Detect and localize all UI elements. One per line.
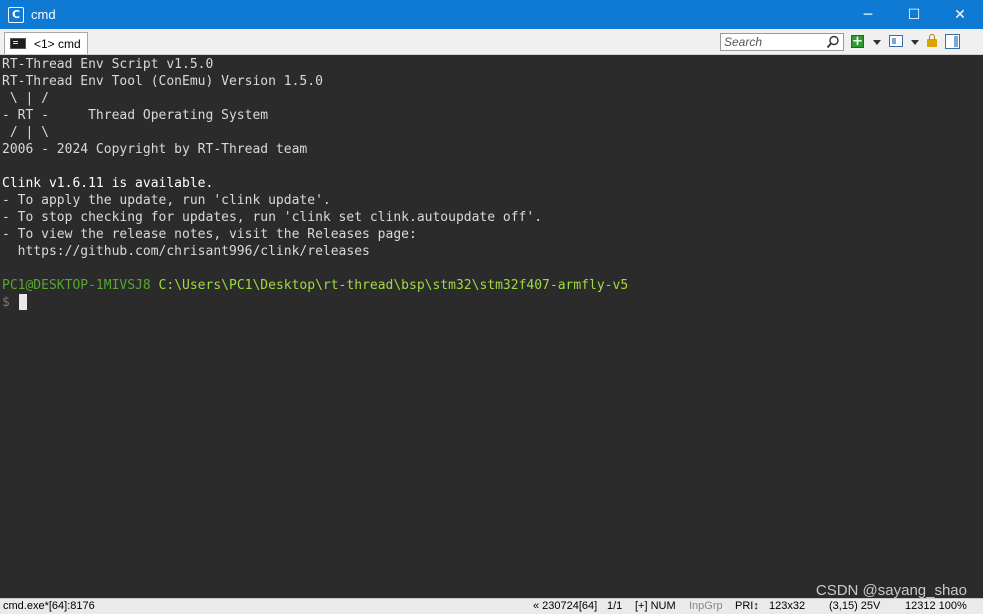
split-view-icon[interactable] bbox=[889, 35, 903, 47]
prompt-host: PC1@DESKTOP-1MIVSJ8 bbox=[2, 278, 151, 293]
console-line: - To stop checking for updates, run 'cli… bbox=[2, 210, 543, 225]
console-line: Clink v1.6.11 is available. bbox=[2, 176, 214, 191]
lock-icon[interactable] bbox=[927, 34, 937, 47]
input-line[interactable]: $ bbox=[2, 294, 27, 311]
prompt-line: PC1@DESKTOP-1MIVSJ8 C:\Users\PC1\Desktop… bbox=[2, 277, 628, 294]
console-line: / | \ bbox=[2, 125, 49, 140]
minimize-button[interactable]: ─ bbox=[845, 0, 891, 29]
console-line: - To apply the update, run 'clink update… bbox=[2, 193, 331, 208]
search-icon[interactable] bbox=[826, 35, 840, 49]
status-priority[interactable]: PRI↕ bbox=[735, 600, 759, 613]
tab-bar: <1> cmd + bbox=[0, 29, 983, 55]
window-title: cmd bbox=[31, 7, 56, 22]
status-console-index[interactable]: 1/1 bbox=[607, 600, 622, 613]
title-bar[interactable]: C cmd ─ ☐ ✕ bbox=[0, 0, 983, 29]
split-chevron-down-icon[interactable] bbox=[911, 40, 919, 45]
console-icon bbox=[10, 38, 26, 49]
search-input[interactable] bbox=[724, 35, 824, 49]
tab-label: <1> cmd bbox=[34, 36, 81, 51]
console-output[interactable]: RT-Thread Env Script v1.5.0 RT-Thread En… bbox=[0, 55, 983, 598]
window-controls: ─ ☐ ✕ bbox=[845, 0, 983, 29]
console-line: 2006 - 2024 Copyright by RT-Thread team bbox=[2, 142, 308, 157]
search-box[interactable] bbox=[720, 33, 844, 51]
panel-icon[interactable] bbox=[945, 34, 960, 49]
console-line: RT-Thread Env Script v1.5.0 bbox=[2, 57, 214, 72]
console-line: https://github.com/chrisant996/clink/rel… bbox=[2, 244, 370, 259]
watermark: CSDN @sayang_shao bbox=[815, 582, 967, 599]
text-cursor bbox=[18, 294, 27, 310]
status-input-group[interactable]: InpGrp bbox=[689, 600, 723, 613]
maximize-button[interactable]: ☐ bbox=[891, 0, 937, 29]
status-process[interactable]: cmd.exe*[64]:8176 bbox=[3, 600, 95, 613]
prompt-path: C:\Users\PC1\Desktop\rt-thread\bsp\stm32… bbox=[158, 278, 629, 293]
new-console-chevron-down-icon[interactable] bbox=[873, 40, 881, 45]
console-line: - RT - Thread Operating System bbox=[2, 108, 269, 123]
console-line: RT-Thread Env Tool (ConEmu) Version 1.5.… bbox=[2, 74, 323, 89]
status-size[interactable]: 123x32 bbox=[769, 600, 805, 613]
status-pid-zoom[interactable]: 12312 100% bbox=[905, 600, 967, 613]
tab-cmd[interactable]: <1> cmd bbox=[4, 32, 88, 54]
status-bar: cmd.exe*[64]:8176 « 230724[64] 1/1 [+] N… bbox=[0, 598, 983, 614]
close-button[interactable]: ✕ bbox=[937, 0, 983, 29]
status-build: « 230724[64] bbox=[533, 600, 598, 612]
console-line: - To view the release notes, visit the R… bbox=[2, 227, 417, 242]
new-console-plus-icon[interactable]: + bbox=[851, 35, 864, 48]
menu-icon[interactable] bbox=[966, 36, 978, 48]
status-modifiers: [+] NUM bbox=[635, 600, 676, 612]
status-cursor: (3,15) 25V bbox=[829, 600, 881, 612]
prompt-symbol: $ bbox=[2, 295, 10, 310]
console-line: \ | / bbox=[2, 91, 49, 106]
conemu-icon[interactable]: C bbox=[8, 6, 24, 23]
